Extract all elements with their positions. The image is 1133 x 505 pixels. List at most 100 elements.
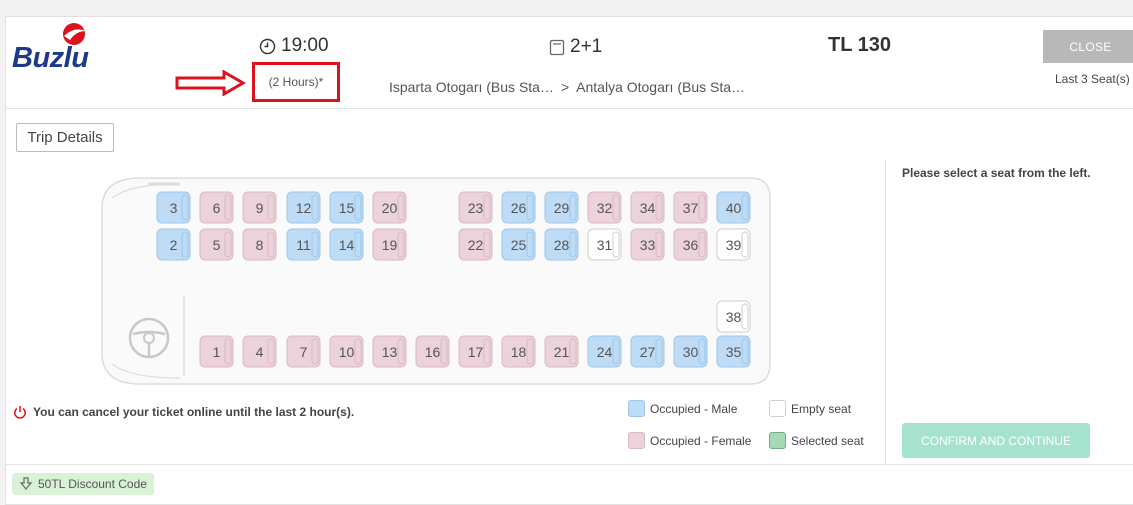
seat-number: 8 [255,236,264,253]
trip-details-button[interactable]: Trip Details [16,123,114,152]
seat-number: 29 [553,199,570,216]
cancel-info: You can cancel your ticket online until … [13,405,354,419]
seat-number: 12 [295,199,312,216]
seat-number: 21 [553,343,570,360]
seat-3: 3 [156,191,191,224]
ticket-price: TL 130 [828,34,891,56]
arrow-right-icon [175,70,246,96]
footer-divider [5,464,1133,465]
seat-number: 5 [212,236,221,253]
seat-37: 37 [673,191,708,224]
seat-34: 34 [630,191,665,224]
seat-number: 31 [596,236,613,253]
bus-seat-map: 3 6 9 12 15 20 23 26 29 32 34 37 40 2 5 8 11 14 19 22 25 28 31… [100,176,772,386]
seat-number: 11 [296,236,311,253]
seat-11: 11 [286,228,321,261]
seat-number: 33 [639,236,656,253]
seat-number: 36 [682,236,699,253]
confirm-continue-button[interactable]: CONFIRM AND CONTINUE [902,423,1090,458]
seat-number: 7 [299,343,308,360]
seat-5: 5 [199,228,234,261]
seat-number: 28 [553,236,570,253]
steering-wheel-icon [128,317,170,359]
legend-female-swatch [628,432,645,449]
seat-number: 17 [467,343,484,360]
legend-selected-label: Selected seat [791,433,864,448]
seat-layout: 2+1 [549,36,602,58]
clock-icon [259,38,276,54]
logo-text: Buzlu [12,42,89,74]
route-to: Antalya Otogarı (Bus Sta… [576,79,746,95]
legend-empty-label: Empty seat [791,401,852,416]
seat-7: 7 [286,335,321,368]
time-text: 19:00 [281,35,329,56]
seat-25: 25 [501,228,536,261]
legend-selected-swatch [769,432,786,449]
seat-number: 10 [338,343,355,360]
seat-10: 10 [329,335,364,368]
trip-duration: (2 Hours)* [252,62,340,102]
seat-35: 35 [716,335,751,368]
seat-32: 32 [587,191,622,224]
seat-29: 29 [544,191,579,224]
seat-27: 27 [630,335,665,368]
seat-4: 4 [242,335,277,368]
seat-number: 37 [682,199,699,216]
seat-number: 39 [725,236,742,253]
seat-number: 35 [725,343,742,360]
seat-24: 24 [587,335,622,368]
seat-40: 40 [716,191,751,224]
seat-2: 2 [156,228,191,261]
seat-number: 23 [467,199,484,216]
seat-31[interactable]: 31 [587,228,622,261]
seat-number: 16 [424,343,441,360]
route-from: Isparta Otogarı (Bus Sta… [389,79,554,95]
seat-number: 2 [169,236,178,253]
seat-30: 30 [673,335,708,368]
seat-number: 34 [639,199,656,216]
seat-36: 36 [673,228,708,261]
seat-12: 12 [286,191,321,224]
close-button[interactable]: CLOSE [1043,30,1133,63]
seat-number: 14 [338,236,355,253]
legend-female: Occupied - Female [628,432,751,449]
seat-18: 18 [501,335,536,368]
seat-14: 14 [329,228,364,261]
route-separator: > [560,79,570,95]
legend-male: Occupied - Male [628,400,737,417]
seat-number: 15 [338,199,355,216]
legend-selected: Selected seat [769,432,864,449]
seat-20: 20 [372,191,407,224]
seat-number: 3 [169,199,178,216]
seat-number: 32 [596,199,613,216]
seat-number: 6 [212,199,221,216]
seat-15: 15 [329,191,364,224]
seat-number: 24 [596,343,613,360]
seat-number: 26 [510,199,527,216]
legend-empty-swatch [769,400,786,417]
seat-number: 19 [381,236,398,253]
seat-28: 28 [544,228,579,261]
last-seats-note: Last 3 Seat(s) [1055,72,1130,86]
seat-number: 18 [510,343,527,360]
seat-number: 27 [639,343,656,360]
seat-19: 19 [372,228,407,261]
legend-female-label: Occupied - Female [650,433,752,448]
seat-number: 30 [682,343,699,360]
seat-number: 1 [212,343,221,360]
seat-23: 23 [458,191,493,224]
seat-number: 25 [510,236,527,253]
legend-male-swatch [628,400,645,417]
seat-38[interactable]: 38 [716,300,751,333]
seat-icon [549,39,565,55]
seat-number: 13 [381,343,398,360]
seat-number: 22 [467,236,484,253]
discount-code-button[interactable]: 50TL Discount Code [12,473,154,495]
seat-17: 17 [458,335,493,368]
panel-divider [885,160,886,464]
seat-9: 9 [242,191,277,224]
seat-33: 33 [630,228,665,261]
power-icon [14,406,26,419]
seat-number: 38 [725,308,742,325]
seat-39[interactable]: 39 [716,228,751,261]
